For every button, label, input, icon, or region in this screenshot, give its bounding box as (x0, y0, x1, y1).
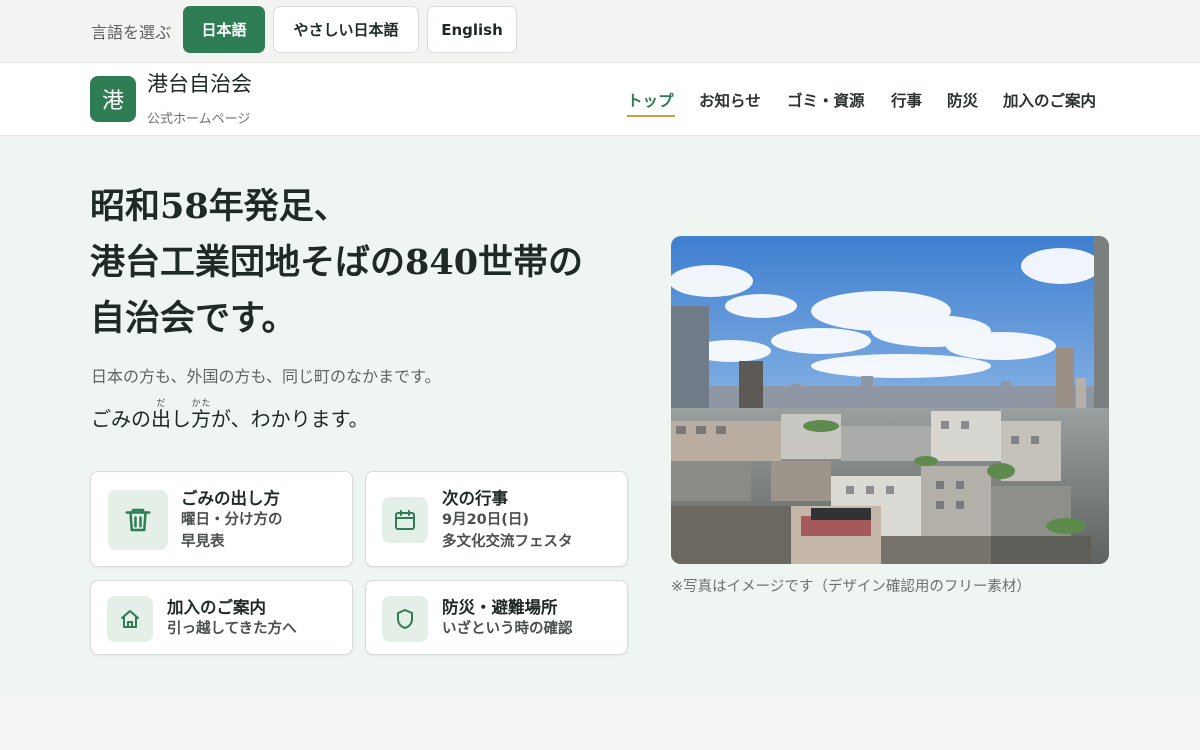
trash-icon (108, 490, 168, 550)
headline-line-1: 昭和58年発足、 (90, 186, 349, 227)
card-disaster[interactable]: 防災・避難場所 いざという時の確認 (365, 580, 628, 655)
nav-item-disaster[interactable]: 防災 (947, 89, 978, 111)
card-disaster-desc: いざという時の確認 (442, 621, 573, 637)
nav-active-indicator (627, 115, 675, 117)
ruby-text-before: ごみの (91, 407, 151, 431)
headline-line-3: 自治会です。 (90, 298, 297, 339)
calendar-icon (382, 497, 428, 543)
shield-icon (382, 596, 428, 642)
language-japanese-button[interactable]: 日本語 (183, 6, 265, 53)
home-icon (107, 596, 153, 642)
card-join-desc: 引っ越してきた方へ (167, 621, 297, 637)
card-next-event[interactable]: 次の行事 9月20日(日) 多文化交流フェスタ (365, 471, 628, 567)
card-event-date: 9月20日(日) (442, 512, 530, 528)
headline-line-2: 港台工業団地そばの840世帯の (90, 242, 584, 283)
card-garbage-desc-1: 曜日・分け方の (181, 512, 283, 528)
ruby-sentence: ごみの出だし方かたが、わかります。 (91, 399, 369, 432)
language-english-button[interactable]: English (427, 6, 517, 53)
city-skyline-illustration (671, 236, 1109, 564)
main-nav: トップ お知らせ ゴミ・資源 行事 防災 加入のご案内 (0, 89, 1200, 129)
language-bar: 言語を選ぶ 日本語 やさしい日本語 English (0, 0, 1200, 62)
nav-item-join[interactable]: 加入のご案内 (1003, 89, 1096, 111)
card-join[interactable]: 加入のご案内 引っ越してきた方へ (90, 580, 353, 655)
ruby-kanji-2: 方 (191, 407, 211, 431)
nav-item-top[interactable]: トップ (627, 89, 674, 111)
card-garbage[interactable]: ごみの出し方 曜日・分け方の 早見表 (90, 471, 353, 567)
card-event-title: 次の行事 (442, 489, 508, 508)
language-easy-japanese-button[interactable]: やさしい日本語 (273, 6, 419, 53)
hero-headline: 昭和58年発足、 港台工業団地そばの840世帯の 自治会です。 (90, 179, 650, 347)
language-label: 言語を選ぶ (91, 23, 172, 42)
card-event-name: 多文化交流フェスタ (442, 534, 573, 550)
photo-caption: ※写真はイメージです（デザイン確認用のフリー素材） (671, 579, 1031, 595)
ruby-word-2: 方かた (191, 399, 211, 431)
ruby-reading-2: かた (191, 399, 211, 409)
card-join-title: 加入のご案内 (167, 598, 266, 617)
site-header: 港 港台自治会 公式ホームページ トップ お知らせ ゴミ・資源 行事 防災 加入… (0, 62, 1200, 136)
hero-section: 昭和58年発足、 港台工業団地そばの840世帯の 自治会です。 日本の方も、外国… (0, 137, 1200, 695)
hero-subtitle: 日本の方も、外国の方も、同じ町のなかまです。 (91, 367, 441, 386)
card-garbage-desc-2: 早見表 (181, 534, 225, 550)
ruby-text-after: が、わかります。 (211, 407, 369, 431)
nav-item-news[interactable]: お知らせ (699, 89, 761, 111)
ruby-kanji-1: 出 (151, 407, 171, 431)
ruby-text-middle: し (171, 407, 191, 431)
card-garbage-title: ごみの出し方 (181, 489, 280, 508)
nav-item-events[interactable]: 行事 (891, 89, 922, 111)
card-disaster-title: 防災・避難場所 (442, 598, 558, 617)
hero-photo (671, 236, 1109, 564)
ruby-word-1: 出だ (151, 399, 171, 431)
ruby-reading-1: だ (151, 399, 171, 409)
nav-item-garbage[interactable]: ゴミ・資源 (787, 89, 865, 111)
